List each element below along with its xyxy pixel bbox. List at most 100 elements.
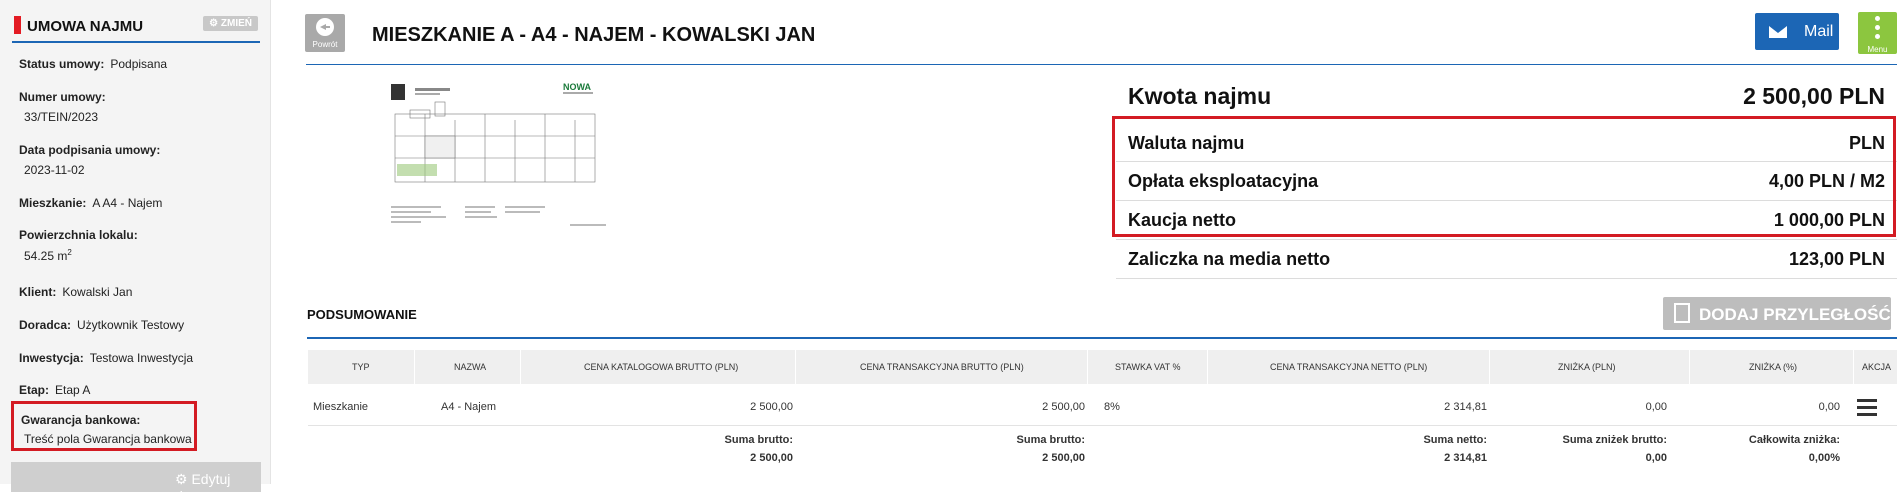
building-icon	[1674, 303, 1690, 323]
price-row-media-advance: Zaliczka na media netto 123,00 PLN	[1116, 240, 1897, 279]
add-adjacency-label: DODAJ PRZYLEGŁOŚĆ	[1699, 305, 1891, 324]
column-divider	[520, 350, 521, 384]
add-adjacency-button[interactable]: DODAJ PRZYLEGŁOŚĆ	[1663, 297, 1891, 330]
mail-button-label: Mail	[1804, 23, 1834, 40]
change-button[interactable]: ⚙ ZMIEŃ	[203, 16, 258, 31]
column-divider	[1489, 350, 1490, 384]
field-label: Mieszkanie:	[19, 196, 87, 210]
menu-button-label: Menu	[1867, 45, 1888, 54]
kebab-icon	[1875, 16, 1880, 21]
kebab-icon-dot	[1875, 34, 1880, 39]
field-stage: Etap: Etap A	[19, 383, 90, 397]
column-header: CENA KATALOGOWA BRUTTO (PLN)	[584, 362, 739, 372]
column-divider	[1853, 350, 1854, 384]
total-value: 2 314,81	[1444, 452, 1487, 464]
field-label: Status umowy:	[19, 57, 105, 71]
area-value: 54.25 m	[24, 249, 68, 263]
total-label: Suma brutto:	[724, 434, 793, 446]
cell-transaction-gross: 2 500,00	[1042, 401, 1085, 413]
column-divider	[1689, 350, 1690, 384]
developer-logo: NOWA	[563, 82, 591, 92]
bank-guarantee-label: Gwarancja bankowa:	[21, 413, 141, 427]
column-divider	[1087, 350, 1088, 384]
field-value: Użytkownik Testowy	[77, 318, 185, 332]
field-status: Status umowy: Podpisana	[19, 57, 167, 71]
field-label: Etap:	[19, 383, 49, 397]
sidebar-header: UMOWA NAJMU ⚙ ZMIEŃ	[12, 13, 260, 43]
title-divider	[306, 64, 1897, 65]
field-label: Powierzchnia lokalu:	[19, 228, 138, 242]
field-label: Numer umowy:	[19, 90, 106, 104]
sidebar-accent-bar	[14, 16, 21, 34]
field-number: Numer umowy: 33/TEIN/2023	[19, 90, 106, 124]
page-title: MIESZKANIE A - A4 - NAJEM - KOWALSKI JAN	[372, 24, 816, 46]
field-label: Data podpisania umowy:	[19, 143, 161, 157]
envelope-icon	[1769, 26, 1787, 38]
table-header: TYP NAZWA CENA KATALOGOWA BRUTTO (PLN) C…	[308, 350, 1897, 384]
edit-button-content: ⚙ Edytuj dane	[175, 471, 231, 504]
price-value: 123,00 PLN	[1788, 249, 1885, 269]
column-header: NAZWA	[454, 362, 487, 372]
row-actions-menu-icon[interactable]	[1857, 399, 1877, 416]
column-divider	[795, 350, 796, 384]
total-value: 2 500,00	[750, 452, 793, 464]
field-investment: Inwestycja: Testowa Inwestycja	[19, 351, 193, 365]
field-value: Testowa Inwestycja	[89, 351, 194, 365]
column-header: CENA TRANSAKCYJNA BRUTTO (PLN)	[860, 362, 1024, 372]
menu-button[interactable]: Menu	[1858, 12, 1897, 54]
cell-catalog-gross: 2 500,00	[750, 401, 793, 413]
edit-button-label: Edytuj dane	[175, 471, 231, 504]
total-label: Całkowita zniżka:	[1748, 434, 1840, 446]
price-label: Kwota najmu	[1128, 83, 1272, 109]
cell-transaction-net: 2 314,81	[1444, 401, 1487, 413]
column-header: CENA TRANSAKCYJNA NETTO (PLN)	[1270, 362, 1428, 372]
total-value: 0,00%	[1808, 452, 1840, 464]
total-value: 0,00	[1645, 452, 1667, 464]
price-value: 2 500,00 PLN	[1743, 83, 1885, 109]
edit-data-button[interactable]: ⚙ Edytuj dane	[11, 462, 261, 504]
area-unit-sup: 2	[67, 248, 72, 257]
field-date: Data podpisania umowy: 2023-11-02	[19, 143, 160, 177]
price-highlight-box	[1112, 116, 1896, 237]
sidebar-title: UMOWA NAJMU	[27, 18, 144, 35]
contract-sidebar: UMOWA NAJMU ⚙ ZMIEŃ Status umowy: Podpisa…	[0, 0, 271, 504]
total-label: Suma netto:	[1423, 434, 1487, 446]
field-area: Powierzchnia lokalu: 54.25 m2	[19, 228, 138, 263]
field-flat: Mieszkanie: A A4 - Najem	[19, 196, 162, 210]
plan-marker	[391, 84, 405, 100]
field-value: 33/TEIN/2023	[24, 110, 99, 124]
cell-type: Mieszkanie	[313, 401, 369, 413]
field-value: A A4 - Najem	[92, 196, 163, 210]
total-label: Suma zniżek brutto:	[1562, 434, 1667, 446]
column-header: ZNIŻKA (PLN)	[1558, 362, 1616, 372]
summary-title: PODSUMOWANIE	[307, 307, 417, 322]
field-label: Inwestycja:	[19, 351, 84, 365]
field-value: Podpisana	[110, 57, 168, 71]
back-button[interactable]: Powrót	[305, 14, 345, 52]
field-value: Kowalski Jan	[62, 285, 133, 299]
cell-vat-rate: 8%	[1104, 401, 1120, 413]
price-label: Zaliczka na media netto	[1128, 249, 1331, 269]
field-advisor: Doradca: Użytkownik Testowy	[19, 318, 184, 332]
mail-button[interactable]: Mail	[1755, 13, 1839, 50]
arrow-left-icon	[316, 18, 334, 36]
change-button-label: ZMIEŃ	[220, 18, 252, 29]
total-label: Suma brutto:	[1016, 434, 1085, 446]
total-value: 2 500,00	[1042, 452, 1085, 464]
back-button-label: Powrót	[312, 40, 338, 49]
summary-divider	[307, 337, 1897, 339]
field-value: 2023-11-02	[24, 163, 85, 177]
column-header: AKCJA	[1862, 362, 1892, 372]
column-divider	[1207, 350, 1208, 384]
cell-name: A4 - Najem	[441, 401, 497, 413]
cell-discount-pln: 0,00	[1645, 401, 1667, 413]
field-value: 54.25 m2	[24, 248, 138, 263]
floor-plan-image[interactable]: NOWA	[385, 80, 615, 235]
column-header: STAWKA VAT %	[1115, 362, 1181, 372]
cell-discount-pct: 0,00	[1818, 401, 1840, 413]
kebab-icon-dot	[1875, 25, 1880, 30]
bank-guarantee-value: Treść pola Gwarancja bankowa	[24, 432, 192, 446]
field-label: Klient:	[19, 285, 57, 299]
field-value: Etap A	[55, 383, 91, 397]
field-client: Klient: Kowalski Jan	[19, 285, 132, 299]
